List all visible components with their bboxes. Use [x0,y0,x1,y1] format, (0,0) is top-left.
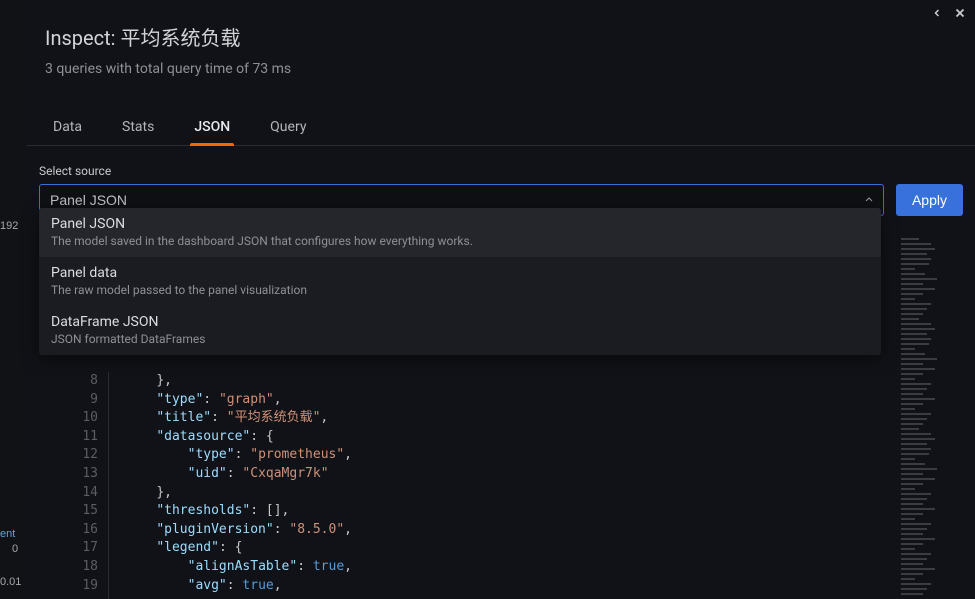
inspect-tabs: Data Stats JSON Query [27,111,975,146]
editor-minimap[interactable] [897,238,952,599]
drawer-title: Inspect: 平均系统负载 [45,22,957,51]
dropdown-option-desc: The raw model passed to the panel visual… [51,283,869,297]
bg-axis-label: 0 [12,543,18,555]
close-icon[interactable] [951,4,969,22]
json-editor[interactable]: 8910111213141516171819 }, "type": "graph… [66,372,953,599]
tab-json[interactable]: JSON [178,111,246,145]
tab-query[interactable]: Query [254,111,322,145]
title-prefix: Inspect: [45,26,120,50]
source-dropdown: Panel JSON The model saved in the dashbo… [39,208,881,355]
bg-axis-label: 192 [0,220,18,232]
dropdown-option-panel-json[interactable]: Panel JSON The model saved in the dashbo… [39,208,881,257]
dropdown-option-panel-data[interactable]: Panel data The raw model passed to the p… [39,257,881,306]
dropdown-option-desc: JSON formatted DataFrames [51,332,869,346]
dropdown-option-title: Panel data [51,265,869,281]
prev-icon[interactable] [928,4,946,22]
dropdown-option-dataframe-json[interactable]: DataFrame JSON JSON formatted DataFrames [39,306,881,355]
background-panel: 192 ent 0 0.01 [0,0,27,599]
title-panel-name: 平均系统负载 [120,26,240,50]
dropdown-option-desc: The model saved in the dashboard JSON th… [51,234,869,248]
apply-button[interactable]: Apply [896,184,963,216]
dropdown-option-title: Panel JSON [51,216,869,232]
dropdown-option-title: DataFrame JSON [51,314,869,330]
code-content[interactable]: }, "type": "graph", "title": "平均系统负载", "… [108,372,953,599]
tab-data[interactable]: Data [37,111,98,145]
drawer-subtitle: 3 queries with total query time of 73 ms [45,61,957,77]
bg-value-fragment: 0.01 [0,576,21,588]
chevron-up-icon [863,191,875,210]
line-gutter: 8910111213141516171819 [66,372,108,599]
select-source-label: Select source [39,164,963,178]
tab-stats[interactable]: Stats [106,111,170,145]
bg-legend-fragment: ent [0,528,15,540]
